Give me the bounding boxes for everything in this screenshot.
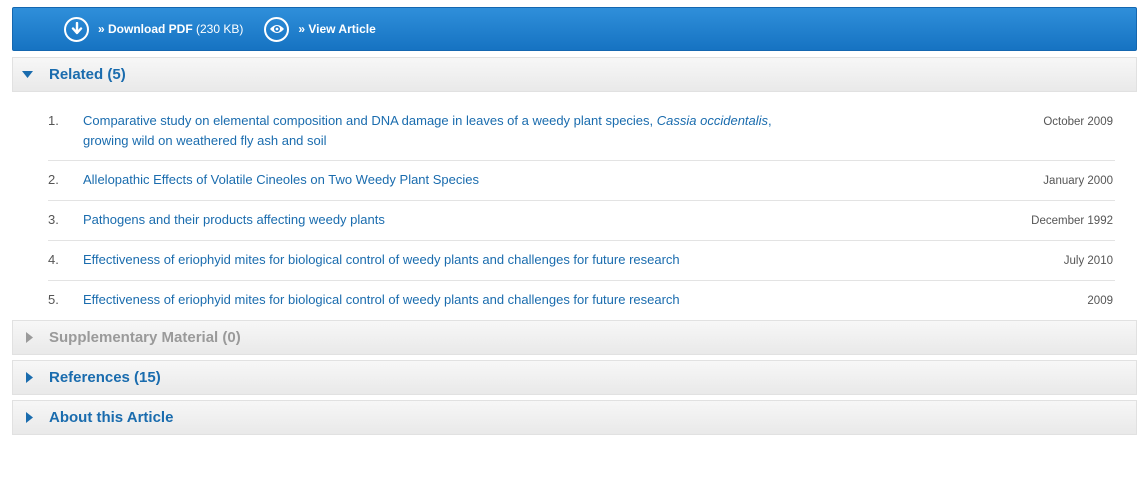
caret-right-icon bbox=[15, 332, 49, 343]
about-section-header[interactable]: About this Article bbox=[12, 400, 1137, 435]
related-list: 1. Comparative study on elemental compos… bbox=[12, 92, 1137, 320]
supplementary-section-title: Supplementary Material (0) bbox=[49, 329, 241, 346]
caret-down-icon bbox=[15, 71, 49, 78]
list-item: 4. Effectiveness of eriophyid mites for … bbox=[48, 241, 1115, 281]
item-number: 4. bbox=[48, 252, 59, 267]
item-date: July 2010 bbox=[1063, 255, 1113, 267]
accordion: Related (5) 1. Comparative study on elem… bbox=[12, 57, 1137, 435]
references-section-header[interactable]: References (15) bbox=[12, 360, 1137, 395]
related-article-link[interactable]: Comparative study on elemental compositi… bbox=[83, 111, 933, 151]
item-date: December 1992 bbox=[1031, 215, 1113, 227]
article-panel: » Download PDF (230 KB) » View Article R… bbox=[12, 7, 1137, 435]
list-item: 5. Effectiveness of eriophyid mites for … bbox=[48, 281, 1115, 320]
references-section-title: References (15) bbox=[49, 369, 161, 386]
caret-right-icon bbox=[15, 372, 49, 383]
caret-right-icon bbox=[15, 412, 49, 423]
view-eye-icon bbox=[264, 16, 290, 42]
about-section-title: About this Article bbox=[49, 409, 174, 426]
related-section-header[interactable]: Related (5) bbox=[12, 57, 1137, 92]
item-number: 1. bbox=[48, 113, 59, 128]
item-date: January 2000 bbox=[1043, 175, 1113, 187]
related-article-link[interactable]: Allelopathic Effects of Volatile Cineole… bbox=[83, 170, 933, 191]
item-number: 2. bbox=[48, 172, 59, 187]
related-article-link[interactable]: Effectiveness of eriophyid mites for bio… bbox=[83, 250, 933, 271]
list-item: 2. Allelopathic Effects of Volatile Cine… bbox=[48, 161, 1115, 201]
item-number: 5. bbox=[48, 292, 59, 307]
related-section-title: Related (5) bbox=[49, 66, 126, 83]
supplementary-section-header[interactable]: Supplementary Material (0) bbox=[12, 320, 1137, 355]
view-article-button[interactable]: » View Article bbox=[264, 16, 376, 42]
item-number: 3. bbox=[48, 212, 59, 227]
related-article-link[interactable]: Effectiveness of eriophyid mites for bio… bbox=[83, 290, 933, 311]
download-pdf-button[interactable]: » Download PDF (230 KB) bbox=[64, 16, 244, 42]
list-item: 3. Pathogens and their products affectin… bbox=[48, 201, 1115, 241]
item-date: 2009 bbox=[1087, 295, 1113, 307]
article-toolbar: » Download PDF (230 KB) » View Article bbox=[12, 7, 1137, 51]
list-item: 1. Comparative study on elemental compos… bbox=[48, 102, 1115, 161]
view-article-label: » View Article bbox=[298, 22, 376, 36]
download-pdf-label: » Download PDF (230 KB) bbox=[98, 22, 244, 36]
item-date: October 2009 bbox=[1043, 116, 1113, 128]
related-article-link[interactable]: Pathogens and their products affecting w… bbox=[83, 210, 933, 231]
download-icon bbox=[64, 16, 89, 42]
